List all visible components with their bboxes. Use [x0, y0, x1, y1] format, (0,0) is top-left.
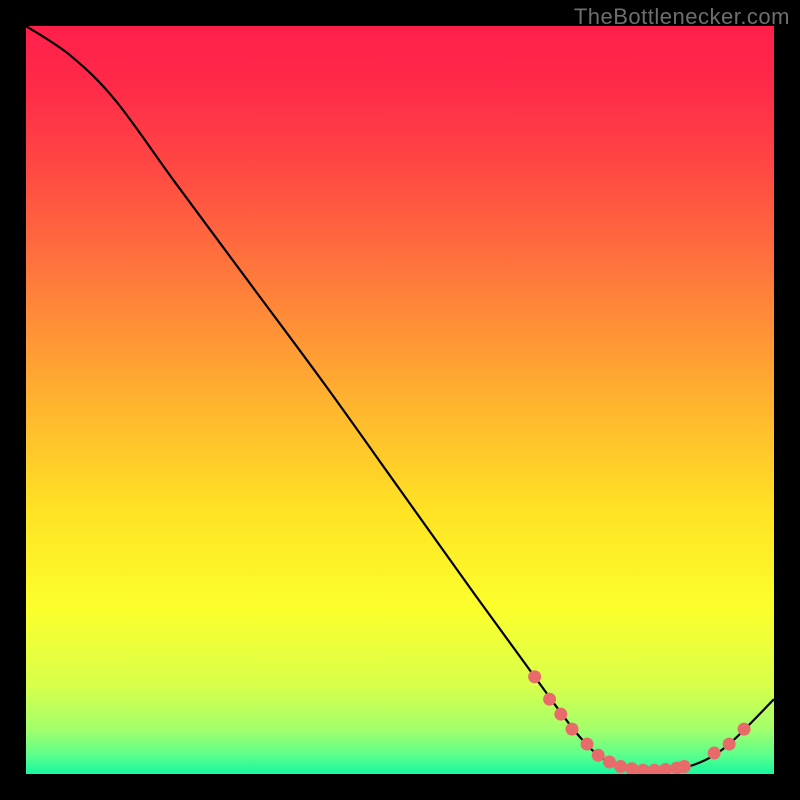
bottleneck-chart: [26, 26, 774, 774]
marker-dot: [543, 693, 556, 706]
marker-dot: [708, 747, 721, 760]
marker-dot: [581, 738, 594, 751]
marker-dot: [528, 670, 541, 683]
marker-dot: [554, 708, 567, 721]
gradient-background: [26, 26, 774, 774]
watermark-text: TheBottlenecker.com: [574, 4, 790, 30]
chart-frame: [26, 26, 774, 774]
marker-dot: [738, 723, 751, 736]
marker-dot: [678, 760, 691, 773]
marker-dot: [592, 749, 605, 762]
marker-dot: [614, 760, 627, 773]
marker-dot: [566, 723, 579, 736]
marker-dot: [603, 756, 616, 769]
marker-dot: [723, 738, 736, 751]
